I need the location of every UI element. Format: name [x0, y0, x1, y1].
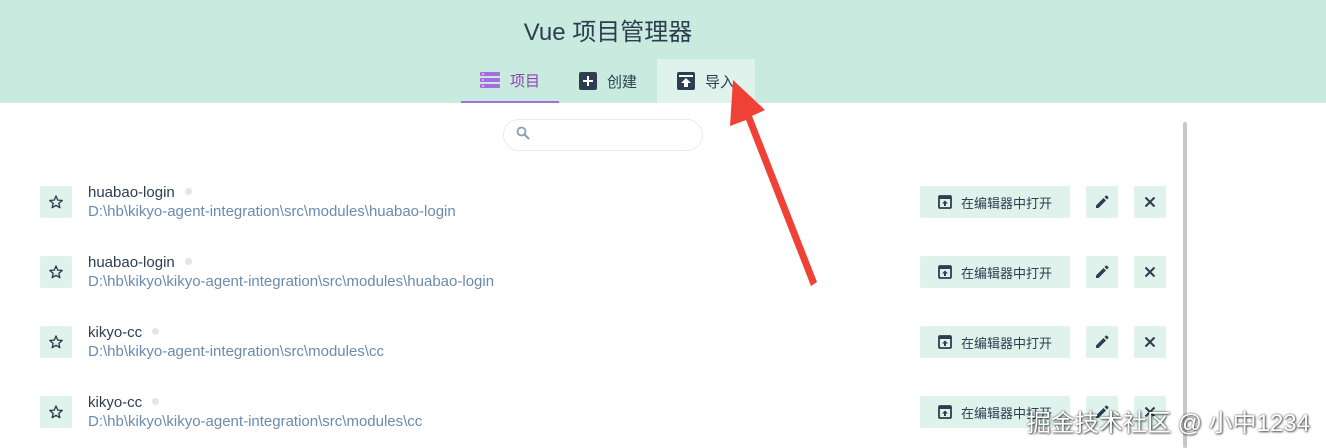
- pencil-icon: [1096, 265, 1109, 278]
- tab-create-label: 创建: [606, 73, 637, 91]
- close-icon: [1144, 196, 1156, 208]
- tab-projects-label: 项目: [509, 72, 540, 90]
- close-icon: [1144, 266, 1156, 278]
- app-title: Vue 项目管理器: [523, 19, 693, 46]
- pencil-icon: [1096, 335, 1109, 348]
- tab-create[interactable]: 创建: [559, 59, 657, 103]
- project-path: D:\hb\kikyo\kikyo-agent-integration\src\…: [88, 273, 495, 290]
- favorite-button[interactable]: [40, 256, 72, 288]
- status-dot: [184, 187, 192, 195]
- star-icon: [49, 195, 63, 209]
- open-in-editor-button[interactable]: 在编辑器中打开: [920, 326, 1070, 358]
- open-in-editor-label: 在编辑器中打开: [960, 195, 1052, 211]
- project-name: kikyo-cc: [88, 394, 143, 411]
- open-in-new-icon: [938, 405, 952, 419]
- tab-import-label: 导入: [704, 73, 735, 91]
- app-header: Vue 项目管理器 项目 创建 导入: [0, 0, 1326, 103]
- nav-tabs: 项目 创建 导入: [461, 59, 755, 103]
- status-dot: [152, 327, 160, 335]
- status-dot: [184, 257, 192, 265]
- star-icon: [49, 335, 63, 349]
- import-icon: [676, 72, 695, 90]
- open-in-new-icon: [938, 265, 952, 279]
- search-box: [503, 119, 703, 151]
- open-in-new-icon: [938, 335, 952, 349]
- open-in-editor-button[interactable]: 在编辑器中打开: [920, 186, 1070, 218]
- project-name: kikyo-cc: [88, 324, 143, 341]
- project-path: D:\hb\kikyo\kikyo-agent-integration\src\…: [88, 413, 423, 430]
- favorite-button[interactable]: [40, 396, 72, 428]
- open-in-new-icon: [938, 195, 952, 209]
- tab-projects[interactable]: 项目: [461, 59, 559, 103]
- project-row[interactable]: huabao-login D:\hb\kikyo\kikyo-agent-int…: [40, 254, 1166, 290]
- project-row[interactable]: kikyo-cc D:\hb\kikyo-agent-integration\s…: [40, 324, 1166, 360]
- star-icon: [49, 265, 63, 279]
- edit-button[interactable]: [1086, 186, 1118, 218]
- remove-button[interactable]: [1134, 256, 1166, 288]
- star-icon: [49, 405, 63, 419]
- pencil-icon: [1096, 195, 1109, 208]
- plus-icon: [578, 72, 597, 90]
- favorite-button[interactable]: [40, 186, 72, 218]
- favorite-button[interactable]: [40, 326, 72, 358]
- project-name: huabao-login: [88, 184, 175, 201]
- edit-button[interactable]: [1086, 326, 1118, 358]
- open-in-editor-label: 在编辑器中打开: [960, 335, 1052, 351]
- edit-button[interactable]: [1086, 256, 1118, 288]
- project-name: huabao-login: [88, 254, 175, 271]
- remove-button[interactable]: [1134, 186, 1166, 218]
- list-icon: [479, 72, 500, 88]
- close-icon: [1144, 336, 1156, 348]
- project-path: D:\hb\kikyo-agent-integration\src\module…: [88, 203, 456, 220]
- project-row[interactable]: huabao-login D:\hb\kikyo-agent-integrati…: [40, 184, 1166, 220]
- tab-import[interactable]: 导入: [657, 59, 755, 103]
- watermark: 掘金技术社区 @ 小中1234: [1026, 410, 1310, 437]
- status-dot: [152, 397, 160, 405]
- scrollbar[interactable]: [1183, 122, 1187, 448]
- project-path: D:\hb\kikyo-agent-integration\src\module…: [88, 343, 384, 360]
- search-input[interactable]: [536, 122, 696, 148]
- open-in-editor-label: 在编辑器中打开: [960, 265, 1052, 281]
- open-in-editor-button[interactable]: 在编辑器中打开: [920, 256, 1070, 288]
- search-icon: [516, 126, 530, 145]
- remove-button[interactable]: [1134, 326, 1166, 358]
- project-row[interactable]: kikyo-cc D:\hb\kikyo\kikyo-agent-integra…: [40, 394, 1166, 430]
